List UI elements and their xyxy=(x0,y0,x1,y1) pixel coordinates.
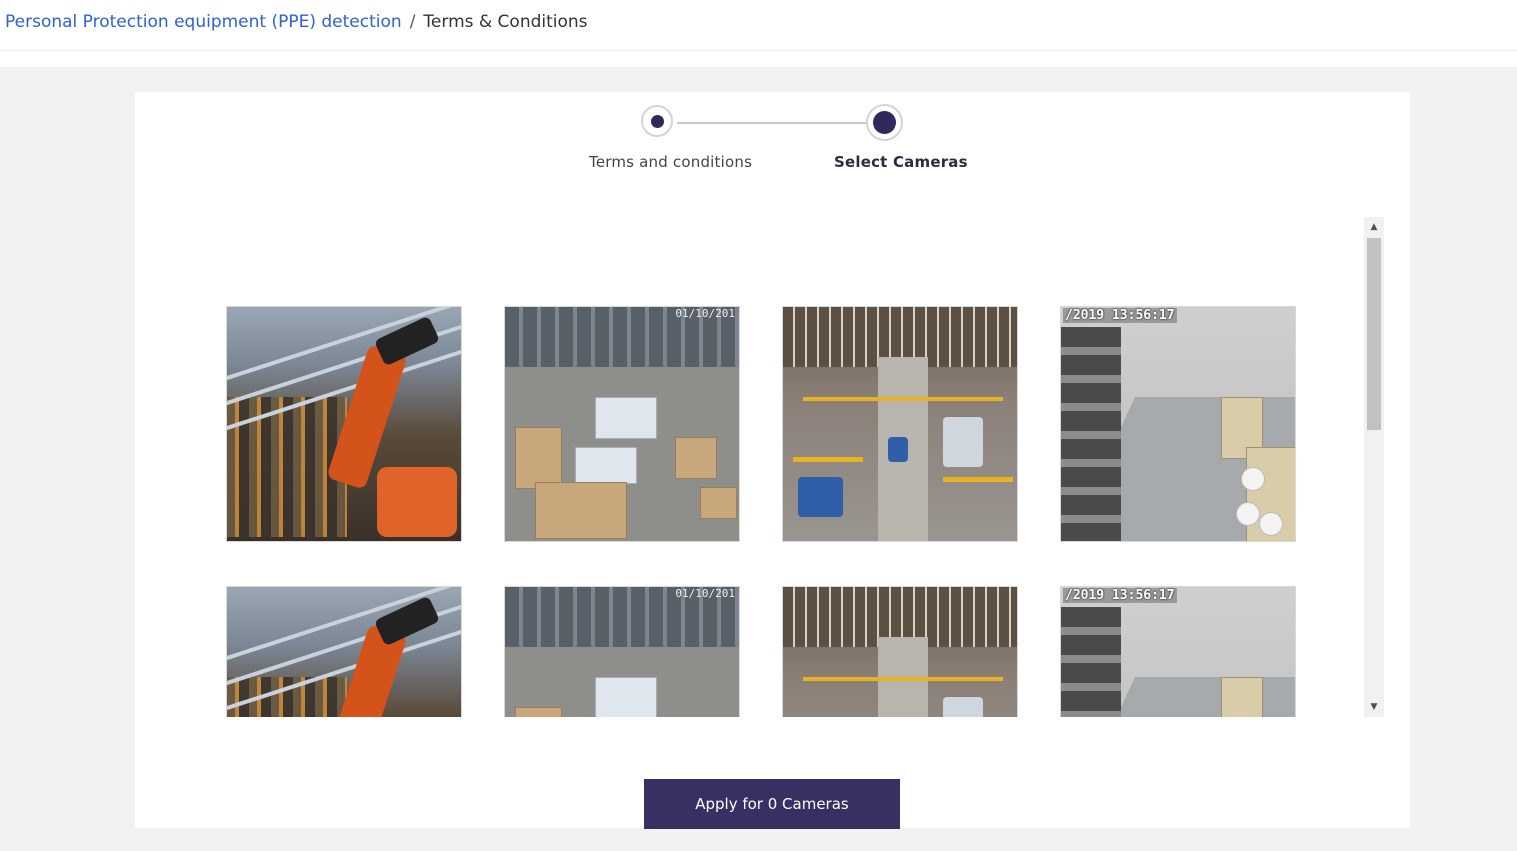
camera-tile[interactable]: 01/10/201 xyxy=(504,586,740,717)
camera-preview-image xyxy=(783,307,1017,541)
camera-tile[interactable]: 01/10/201 xyxy=(504,306,740,542)
camera-timestamp: 01/10/201 xyxy=(675,307,735,320)
camera-tile[interactable]: /2019 13:56:17 xyxy=(1060,306,1296,542)
step-indicator-select-cameras[interactable] xyxy=(866,104,903,141)
scroll-up-arrow-icon[interactable]: ▲ xyxy=(1364,217,1384,237)
camera-timestamp: 01/10/201 xyxy=(675,587,735,600)
breadcrumb: Personal Protection equipment (PPE) dete… xyxy=(5,10,588,34)
step-label-terms: Terms and conditions xyxy=(589,153,753,171)
camera-preview-image xyxy=(227,587,461,717)
camera-tile[interactable] xyxy=(782,306,1018,542)
step-indicator-terms[interactable] xyxy=(641,105,673,137)
stepper-connector xyxy=(677,122,867,124)
camera-timestamp: /2019 13:56:17 xyxy=(1063,308,1177,323)
breadcrumb-separator: / xyxy=(409,12,416,32)
breadcrumb-current: Terms & Conditions xyxy=(423,12,588,32)
apply-cameras-button[interactable]: Apply for 0 Cameras xyxy=(644,779,900,829)
camera-grid: 01/10/201 /2019 13:56:17 01/10/201 /2019… xyxy=(205,218,1365,717)
camera-tile[interactable] xyxy=(226,586,462,717)
step-label-select-cameras: Select Cameras xyxy=(834,153,968,171)
top-bar: Personal Protection equipment (PPE) dete… xyxy=(0,0,1517,51)
camera-tile[interactable]: /2019 13:56:17 xyxy=(1060,586,1296,717)
camera-preview-image: 01/10/201 xyxy=(505,307,739,541)
camera-preview-image: /2019 13:56:17 xyxy=(1061,307,1295,541)
camera-preview-image: /2019 13:56:17 xyxy=(1061,587,1295,717)
scroll-down-arrow-icon[interactable]: ▼ xyxy=(1364,697,1384,717)
camera-preview-image xyxy=(227,307,461,541)
camera-tile[interactable] xyxy=(782,586,1018,717)
breadcrumb-link-ppe-detection[interactable]: Personal Protection equipment (PPE) dete… xyxy=(5,12,402,32)
camera-grid-scrollbar[interactable]: ▲ ▼ xyxy=(1364,217,1384,717)
camera-preview-image: 01/10/201 xyxy=(505,587,739,717)
camera-tile[interactable] xyxy=(226,306,462,542)
scrollbar-thumb[interactable] xyxy=(1367,238,1381,430)
camera-timestamp: /2019 13:56:17 xyxy=(1063,588,1177,603)
camera-preview-image xyxy=(783,587,1017,717)
